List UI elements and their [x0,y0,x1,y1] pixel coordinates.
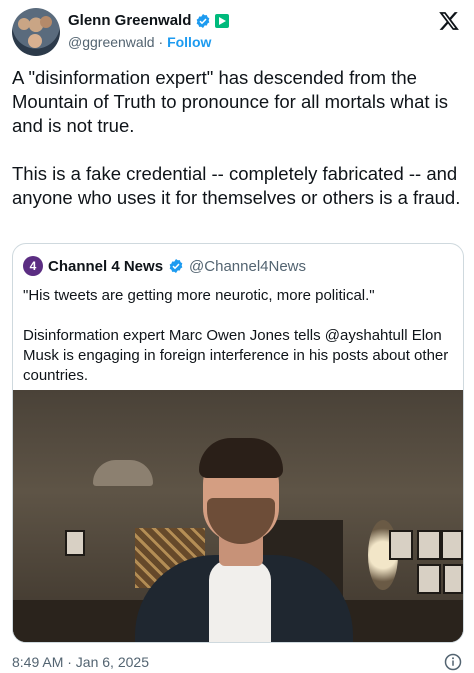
wall-frame [417,564,441,594]
author-avatar[interactable] [12,8,60,56]
quoted-tweet-body: "His tweets are getting more neurotic, m… [23,286,453,406]
tweet-timestamp[interactable]: 8:49 AM · Jan 6, 2025 [12,654,149,670]
wall-frame [441,530,463,560]
wall-frame [65,530,85,556]
quoted-tweet-header: 4 Channel 4 News @Channel4News [23,256,306,276]
quoted-video-still[interactable] [13,390,463,642]
author-handle-row: @ggreenwald · Follow [68,34,211,50]
wall-frame [389,530,413,560]
subscription-badge-icon [215,13,230,28]
ceiling-lamp [93,460,153,486]
quoted-paragraph: Disinformation expert Marc Owen Jones te… [23,327,449,384]
quoted-tweet-card[interactable]: 4 Channel 4 News @Channel4News "His twee… [12,243,464,643]
quoted-author-name[interactable]: Channel 4 News [48,258,163,275]
handle-separator: · [158,34,164,50]
tweet-body: A "disinformation expert" has descended … [12,66,464,234]
author-name-row: Glenn Greenwald [68,12,230,29]
verified-badge-icon [169,259,183,273]
follow-button[interactable]: Follow [167,34,211,50]
author-name[interactable]: Glenn Greenwald [68,12,191,29]
quoted-author-handle[interactable]: @Channel4News [189,258,306,275]
wall-frame [443,564,463,594]
tweet-header: Glenn Greenwald @ggreenwald · Follow [12,8,464,58]
wall-frame [417,530,441,560]
quoted-author-avatar[interactable]: 4 [23,256,43,276]
person-hair [199,438,283,478]
x-logo-icon[interactable] [438,10,460,32]
person-shirt [209,560,271,642]
tweet-paragraph: A "disinformation expert" has descended … [12,67,448,136]
info-icon[interactable] [444,653,462,671]
author-handle[interactable]: @ggreenwald [68,34,155,50]
verified-badge-icon [197,13,210,28]
tweet-paragraph: This is a fake credential -- completely … [12,163,461,208]
quoted-paragraph: "His tweets are getting more neurotic, m… [23,287,375,304]
